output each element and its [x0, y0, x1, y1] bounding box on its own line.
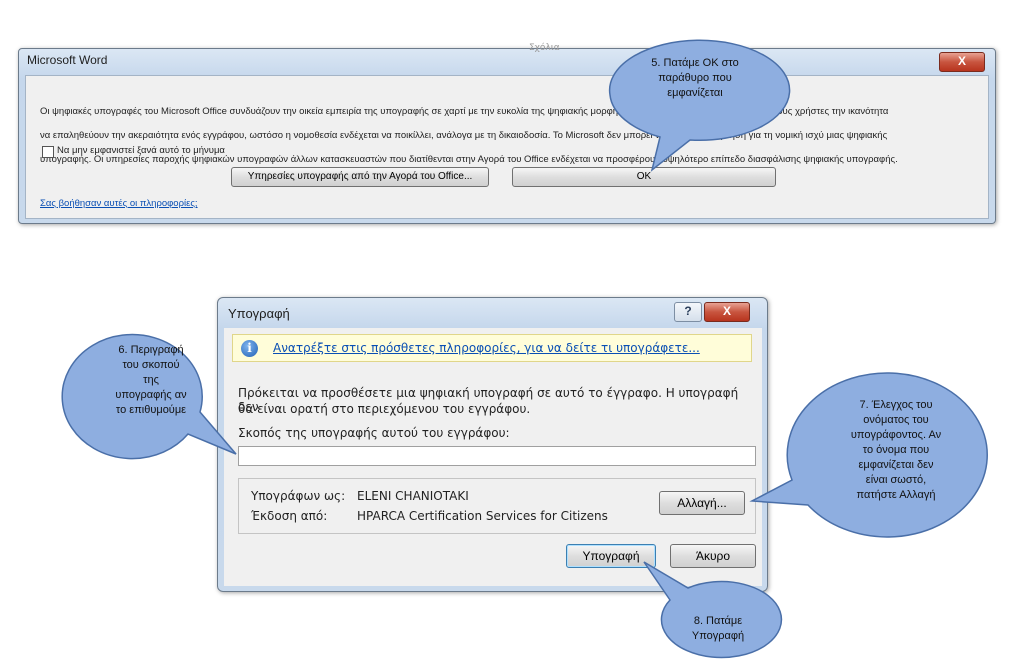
callout-5-line: εμφανίζεται — [667, 87, 723, 99]
word-dialog-title: Microsoft Word — [27, 53, 108, 67]
marketplace-button[interactable]: Υπηρεσίες υπογραφής από την Αγορά του Of… — [231, 167, 489, 187]
callout-6-line: της — [143, 374, 159, 386]
close-icon: X — [957, 54, 966, 68]
word-dialog: Microsoft Word Σχόλια X Οι ψηφιακές υπογ… — [18, 43, 996, 224]
sign-dialog-body: i Ανατρέξτε στις πρόσθετες πληροφορίες, … — [224, 328, 762, 586]
dont-show-checkbox[interactable] — [42, 146, 54, 158]
callout-5-text: 5. Πατάμε ΟΚ στο παράθυρο που εμφανίζετα… — [615, 56, 775, 101]
callout-6-line: του σκοπού — [122, 359, 180, 371]
callout-5-line: 5. Πατάμε ΟΚ στο — [651, 57, 739, 69]
issued-by-value: HPARCA Certification Services for Citize… — [357, 509, 608, 523]
issued-by-label: Έκδοση από: — [251, 509, 328, 523]
callout-7-line: πατήστε Αλλαγή — [856, 489, 936, 501]
callout-7-text: 7. Έλεγχος του ονόματος του υπογράφοντος… — [810, 398, 982, 503]
callout-6-line: 6. Περιγραφή — [118, 344, 184, 356]
callout-7-line: 7. Έλεγχος του — [859, 399, 933, 411]
help-icon: ? — [684, 304, 692, 318]
signing-as-value: ELENI CHANIOTAKI — [357, 489, 469, 503]
callout-6-line: το επιθυμούμε — [115, 404, 187, 416]
sign-dialog-title: Υπογραφή — [228, 306, 290, 321]
additional-info-link[interactable]: Ανατρέξτε στις πρόσθετες πληροφορίες, γι… — [273, 341, 700, 355]
callout-7-line: υπογράφοντος. Αν — [850, 429, 942, 441]
signer-info-box: Υπογράφων ως: ELENI CHANIOTAKI Έκδοση απ… — [238, 478, 756, 534]
word-dialog-body: Οι ψηφιακές υπογραφές του Microsoft Offi… — [25, 75, 989, 219]
signing-as-label: Υπογράφων ως: — [251, 489, 346, 503]
word-message: Οι ψηφιακές υπογραφές του Microsoft Offi… — [40, 94, 980, 178]
dont-show-label: Να μην εμφανιστεί ξανά αυτό το μήνυμα — [57, 145, 225, 156]
change-button[interactable]: Αλλαγή... — [659, 491, 745, 515]
word-close-button[interactable]: X — [939, 52, 985, 72]
help-button[interactable]: ? — [674, 302, 702, 322]
callout-7-line: είναι σωστό, — [865, 474, 927, 486]
sign-close-button[interactable]: X — [704, 302, 750, 322]
word-message-line: να επαληθεύουν την ακεραιότητα ενός εγγρ… — [40, 130, 888, 141]
callout-6-line: υπογραφής αν — [115, 389, 187, 401]
callout-6-text: 6. Περιγραφή του σκοπού της υπογραφής αν… — [92, 343, 210, 418]
close-icon: X — [722, 304, 731, 318]
callout-8-line: 8. Πατάμε — [693, 615, 743, 627]
sign-description-line2: θα είναι ορατή στο περιεχόμενου του εγγρ… — [238, 402, 531, 416]
callout-8-text: 8. Πατάμε Υπογραφή — [668, 614, 768, 644]
sign-dialog: Υπογραφή ? X i Ανατρέξτε στις πρόσθετες … — [217, 297, 768, 592]
background-text-fragment: Σχόλια — [529, 43, 560, 53]
word-message-line: Οι ψηφιακές υπογραφές του Microsoft Offi… — [40, 106, 889, 117]
callout-7-line: εμφανίζεται δεν — [858, 459, 934, 471]
purpose-input[interactable] — [238, 446, 756, 466]
info-bar: i Ανατρέξτε στις πρόσθετες πληροφορίες, … — [232, 334, 752, 362]
purpose-label: Σκοπός της υπογραφής αυτού του εγγράφου: — [238, 426, 510, 440]
callout-7-line: το όνομα που — [862, 444, 930, 456]
callout-7-line: ονόματος του — [863, 414, 929, 426]
callout-8-line: Υπογραφή — [691, 630, 745, 642]
info-icon: i — [241, 340, 258, 357]
callout-5-line: παράθυρο που — [658, 72, 732, 84]
help-feedback-link[interactable]: Σας βοήθησαν αυτές οι πληροφορίες; — [40, 198, 198, 209]
